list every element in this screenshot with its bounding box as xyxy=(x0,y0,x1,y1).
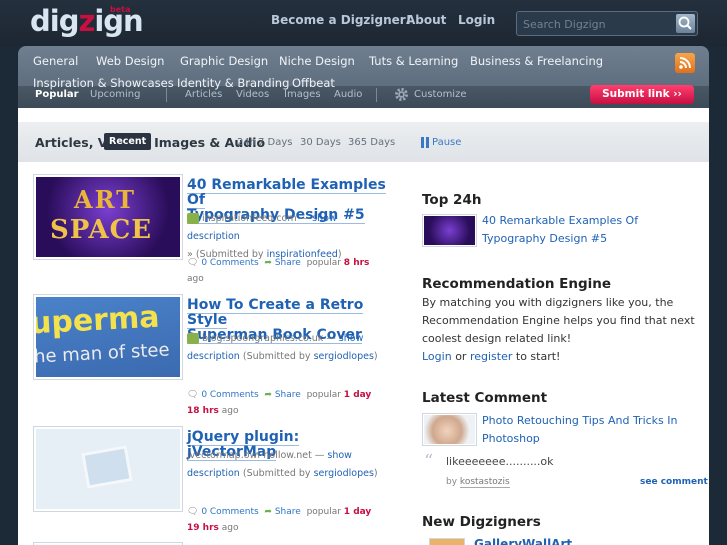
search-icon xyxy=(678,16,692,30)
show-description-link[interactable]: show xyxy=(339,333,364,344)
comments-link[interactable]: 0 Comments xyxy=(201,258,258,268)
filter-audio[interactable]: Audio xyxy=(334,89,362,100)
beta-badge: beta xyxy=(110,5,131,14)
sort-upcoming[interactable]: Upcoming xyxy=(90,89,141,100)
thumbnail-text: uperma xyxy=(36,299,161,342)
pause-icon xyxy=(421,137,429,148)
show-description-link[interactable]: description xyxy=(187,351,240,362)
thumbnail-image: ART SPACE xyxy=(36,177,180,257)
rss-button[interactable] xyxy=(675,53,695,73)
thumbnail-text: SPACE xyxy=(50,215,153,245)
latest-comment-thumbnail[interactable] xyxy=(422,413,477,446)
search-button[interactable] xyxy=(676,14,695,33)
share-icon: ➦ xyxy=(264,258,272,268)
period-24h[interactable]: 24h xyxy=(237,137,256,148)
divider xyxy=(376,88,377,102)
avatar[interactable] xyxy=(429,538,465,545)
become-digzigner-link[interactable]: Become a Digzigner! xyxy=(271,13,411,27)
recent-badge[interactable]: Recent xyxy=(104,133,152,150)
thumbnail-image xyxy=(424,415,475,444)
share-link[interactable]: Share xyxy=(275,258,301,268)
image-placeholder-icon xyxy=(81,445,133,489)
comment-icon: 🗨 xyxy=(187,258,199,268)
comments-link[interactable]: 0 Comments xyxy=(201,390,258,400)
about-link[interactable]: About xyxy=(406,13,446,27)
submit-link-button[interactable]: Submit link ›› xyxy=(590,85,694,104)
thumbnail-text: ART xyxy=(74,185,137,214)
period-7-days[interactable]: 7 Days xyxy=(258,137,293,148)
period-365-days[interactable]: 365 Days xyxy=(348,137,395,148)
pause-button[interactable]: Pause xyxy=(432,137,461,148)
article-meta: blog.spoongraphics.co.uk — show descript… xyxy=(187,333,378,362)
top24-link[interactable]: 40 Remarkable Examples Of Typography Des… xyxy=(482,212,702,248)
submitter-link[interactable]: sergiodlopes xyxy=(314,468,374,479)
share-link[interactable]: Share xyxy=(275,507,301,517)
recommendation-cta: Login or register to start! xyxy=(422,350,561,363)
nav-graphic-design[interactable]: Graphic Design xyxy=(180,54,268,68)
rss-icon xyxy=(679,57,691,69)
period-30-days[interactable]: 30 Days xyxy=(300,137,341,148)
nav-offbeat[interactable]: Offbeat xyxy=(292,76,335,90)
rec-register-link[interactable]: register xyxy=(470,350,512,363)
share-icon: ➦ xyxy=(264,507,272,517)
article-meta: jvectormap.owl-hollow.net — show descrip… xyxy=(187,450,378,479)
new-digzigners-heading: New Digzigners xyxy=(422,514,541,530)
thumbnail-image: uperma he man of stee xyxy=(36,297,180,377)
comments-link[interactable]: 0 Comments xyxy=(201,507,258,517)
top24-heading: Top 24h xyxy=(422,192,482,208)
thumbnail-text: he man of stee xyxy=(36,339,171,368)
comment-author-link[interactable]: kostastozis xyxy=(459,477,510,488)
thumbnail-image xyxy=(424,216,475,245)
top24-thumbnail[interactable] xyxy=(422,214,477,247)
comment-icon: 🗨 xyxy=(187,507,199,517)
see-comment-link[interactable]: see comment xyxy=(640,477,708,487)
article-thumbnail[interactable]: ART SPACE xyxy=(33,174,183,260)
nav-business-freelancing[interactable]: Business & Freelancing xyxy=(470,54,603,68)
share-icon: ➦ xyxy=(264,390,272,400)
search-input[interactable] xyxy=(523,16,673,32)
divider xyxy=(166,88,167,102)
recommendation-text: By matching you with digzigners like you… xyxy=(422,296,695,345)
gear-icon xyxy=(395,88,408,101)
show-description-link[interactable]: description xyxy=(187,468,240,479)
latest-comment-byline: by kostastozis xyxy=(446,477,510,488)
thumbnail-placeholder xyxy=(36,429,180,509)
nav-web-design[interactable]: Web Design xyxy=(96,54,164,68)
sort-popular[interactable]: Popular xyxy=(35,89,79,100)
login-link[interactable]: Login xyxy=(458,13,495,27)
show-description-link[interactable]: show xyxy=(327,450,352,461)
article-thumbnail[interactable] xyxy=(33,426,183,512)
nav-inspiration-showcases[interactable]: Inspiration & Showcases xyxy=(33,76,174,90)
nav-general[interactable]: General xyxy=(33,54,78,68)
latest-comment-heading: Latest Comment xyxy=(422,390,548,406)
rec-login-link[interactable]: Login xyxy=(422,350,452,363)
article-thumbnail[interactable]: uperma he man of stee xyxy=(33,294,183,380)
filter-videos[interactable]: Videos xyxy=(236,89,269,100)
latest-comment-link[interactable]: Photo Retouching Tips And Tricks In Phot… xyxy=(482,412,702,448)
customize-link[interactable]: Customize xyxy=(414,89,467,100)
submitter-link[interactable]: sergiodlopes xyxy=(314,351,374,362)
comment-icon: 🗨 xyxy=(187,390,199,400)
article-actions: 🗨 0 Comments ➦ Share popular 1 day 18 hrs… xyxy=(187,390,372,416)
latest-comment-quote: likeeeeeee..........ok xyxy=(446,455,554,468)
filter-images[interactable]: Images xyxy=(284,89,321,100)
user-icon xyxy=(187,213,199,224)
new-user-link[interactable]: GalleryWallArt xyxy=(474,537,572,545)
nav-identity-branding[interactable]: Identity & Branding xyxy=(177,76,289,90)
article-actions: 🗨 0 Comments ➦ Share popular 8 hrs ago xyxy=(187,258,370,284)
quote-icon: “ xyxy=(424,451,434,472)
nav-niche-design[interactable]: Niche Design xyxy=(279,54,355,68)
filter-articles[interactable]: Articles xyxy=(185,89,222,100)
article-actions: 🗨 0 Comments ➦ Share popular 1 day 19 hrs… xyxy=(187,507,372,533)
search-box xyxy=(516,11,698,36)
share-link[interactable]: Share xyxy=(275,390,301,400)
nav-tuts-learning[interactable]: Tuts & Learning xyxy=(369,54,458,68)
recommendation-heading: Recommendation Engine xyxy=(422,276,612,292)
user-icon xyxy=(187,333,199,344)
